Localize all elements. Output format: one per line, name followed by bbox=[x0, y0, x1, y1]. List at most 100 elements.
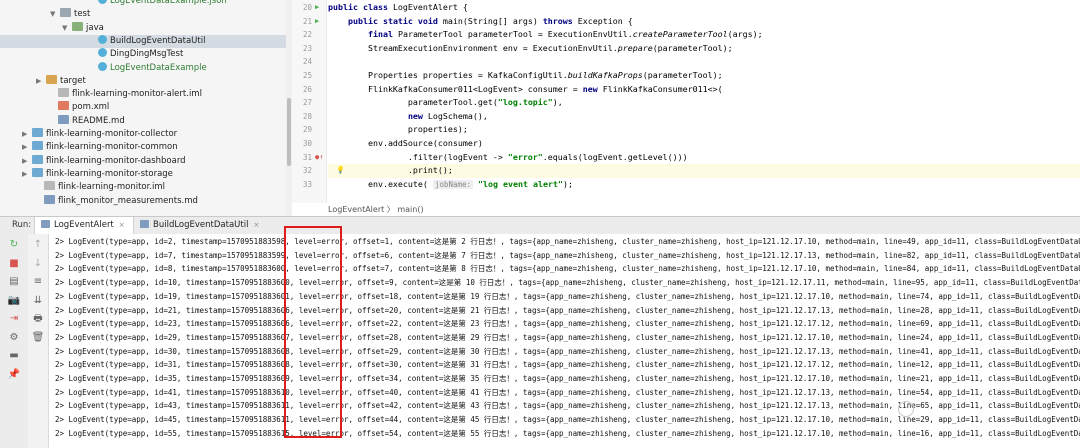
override-gutter-icon[interactable]: ●↑ bbox=[315, 151, 323, 165]
tree-item[interactable]: flink_monitor_measurements.md bbox=[0, 194, 198, 208]
tree-item[interactable]: flink-learning-monitor.iml bbox=[0, 181, 165, 194]
tree-item[interactable]: ▶ flink-learning-monitor-collector bbox=[0, 128, 177, 141]
lightbulb-icon[interactable]: 💡 bbox=[336, 164, 345, 178]
console-line[interactable]: 2> LogEvent(type=app, id=55, timestamp=1… bbox=[55, 427, 1080, 441]
run-toolbar-primary: ↻ ■ ▤ 📷 ⇥ ⚙ ▬ 📌 bbox=[0, 234, 29, 448]
folder-blue-icon bbox=[32, 141, 43, 151]
run-tab[interactable]: LogEventAlert × bbox=[34, 217, 134, 234]
editor-breadcrumb[interactable]: LogEventAlert 〉 main() bbox=[328, 203, 424, 216]
tree-item[interactable]: ▶ flink-learning-monitor-storage bbox=[0, 167, 173, 181]
code-line[interactable]: .print(); bbox=[328, 164, 1080, 178]
code-line[interactable]: .filter(logEvent -> "error".equals(logEv… bbox=[328, 151, 1080, 165]
console-line[interactable]: 2> LogEvent(type=app, id=7, timestamp=15… bbox=[55, 249, 1080, 263]
code-line[interactable]: StreamExecutionEnvironment env = Executi… bbox=[328, 42, 1080, 56]
code-token: FlinkKafkaConsumer011<LogEvent> consumer… bbox=[328, 83, 583, 94]
tree-item-label: target bbox=[60, 75, 86, 86]
console-line[interactable]: 2> LogEvent(type=app, id=30, timestamp=1… bbox=[55, 345, 1080, 359]
console-line[interactable]: 2> LogEvent(type=app, id=31, timestamp=1… bbox=[55, 358, 1080, 372]
tree-item[interactable]: DingDingMsgTest bbox=[0, 48, 183, 61]
code-token: new bbox=[407, 110, 428, 121]
tree-item[interactable]: ▼ test bbox=[0, 8, 90, 21]
restore-layout-icon[interactable]: ▤ bbox=[7, 275, 21, 289]
rerun-icon[interactable]: ↻ bbox=[7, 238, 21, 252]
tree-item[interactable]: LogEventDataExample bbox=[0, 61, 207, 75]
console-line[interactable]: 2> LogEvent(type=app, id=35, timestamp=1… bbox=[55, 372, 1080, 386]
close-tab-icon[interactable]: × bbox=[119, 221, 125, 229]
console-line[interactable]: 2> LogEvent(type=app, id=10, timestamp=1… bbox=[55, 276, 1080, 290]
code-line[interactable]: final ParameterTool parameterTool = Exec… bbox=[328, 28, 1080, 42]
code-token: "log event alert" bbox=[478, 178, 563, 189]
layout-icon[interactable]: ▬ bbox=[7, 349, 21, 363]
expand-arrow-icon[interactable]: ▶ bbox=[22, 141, 32, 154]
console-line[interactable]: 2> LogEvent(type=app, id=19, timestamp=1… bbox=[55, 290, 1080, 304]
line-number: 26 bbox=[302, 84, 312, 94]
code-line[interactable]: properties); bbox=[328, 123, 1080, 137]
expand-arrow-icon[interactable]: ▶ bbox=[22, 155, 32, 168]
code-token: new bbox=[582, 83, 603, 94]
scroll-to-end-icon[interactable]: ⇊ bbox=[31, 294, 45, 308]
code-line[interactable]: Properties properties = KafkaConfigUtil.… bbox=[328, 69, 1080, 83]
tree-item[interactable]: ▶ flink-learning-monitor-common bbox=[0, 141, 178, 154]
tree-item[interactable]: flink-learning-monitor-alert.iml bbox=[0, 88, 202, 101]
line-number: 33 bbox=[302, 179, 312, 189]
console-line[interactable]: 2> LogEvent(type=app, id=23, timestamp=1… bbox=[55, 317, 1080, 331]
code-token: public static void bbox=[347, 15, 443, 26]
console-line[interactable]: 2> LogEvent(type=app, id=2, timestamp=15… bbox=[55, 235, 1080, 249]
tree-scrollbar-thumb[interactable] bbox=[287, 98, 291, 166]
soft-wrap-icon[interactable]: ≡ bbox=[31, 275, 45, 289]
stop-icon[interactable]: ■ bbox=[7, 257, 21, 271]
print-icon[interactable]: 🖶 bbox=[31, 312, 45, 326]
code-line[interactable]: public class LogEventAlert { bbox=[328, 1, 1080, 15]
expand-arrow-icon[interactable]: ▶ bbox=[36, 75, 46, 88]
file-java-icon bbox=[98, 48, 107, 58]
tree-item[interactable]: ▶ flink-learning-monitor-dashboard bbox=[0, 154, 186, 168]
code-line[interactable]: new LogSchema(), bbox=[328, 110, 1080, 124]
code-line[interactable]: env.execute( jobName: "log event alert")… bbox=[328, 178, 1080, 192]
code-line[interactable]: parameterTool.get("log.topic"), bbox=[328, 96, 1080, 110]
tree-item[interactable]: README.md bbox=[0, 114, 125, 128]
line-number: 24 bbox=[302, 57, 312, 67]
line-number: 23 bbox=[302, 43, 312, 53]
code-token: throws bbox=[542, 15, 578, 26]
line-number: 31 bbox=[302, 152, 312, 162]
scroll-up-icon[interactable]: ↑ bbox=[31, 238, 45, 252]
folder-icon bbox=[60, 8, 71, 18]
console-line[interactable]: 2> LogEvent(type=app, id=29, timestamp=1… bbox=[55, 331, 1080, 345]
code-line[interactable] bbox=[328, 55, 1080, 69]
tree-item[interactable]: ▼ java bbox=[0, 21, 104, 35]
code-token: ), bbox=[552, 97, 563, 108]
settings-icon[interactable]: ⚙ bbox=[7, 331, 21, 345]
tree-item-label: flink-learning-monitor-alert.iml bbox=[72, 89, 202, 100]
expand-arrow-icon[interactable]: ▼ bbox=[50, 8, 60, 21]
code-token: jobName: bbox=[432, 179, 474, 189]
tree-item[interactable]: LogEventDataExample.json bbox=[0, 0, 227, 8]
tree-item[interactable]: pom.xml bbox=[0, 101, 109, 114]
code-line[interactable]: FlinkKafkaConsumer011<LogEvent> consumer… bbox=[328, 83, 1080, 97]
close-tab-icon[interactable]: × bbox=[253, 221, 259, 229]
camera-icon[interactable]: 📷 bbox=[7, 294, 21, 308]
code-token: FlinkKafkaConsumer011<>( bbox=[602, 83, 723, 94]
run-gutter-icon[interactable]: ▶ bbox=[315, 1, 319, 15]
tree-item[interactable]: ▶ target bbox=[0, 74, 86, 88]
pin-icon[interactable]: 📌 bbox=[7, 368, 21, 382]
expand-arrow-icon[interactable]: ▶ bbox=[22, 128, 32, 141]
code-line[interactable]: public static void main(String[] args) t… bbox=[328, 15, 1080, 29]
code-token: ); bbox=[562, 178, 573, 189]
run-tab[interactable]: BuildLogEventDataUtil × bbox=[134, 217, 267, 234]
expand-arrow-icon[interactable]: ▶ bbox=[22, 168, 32, 181]
code-editor[interactable]: 20 ▶ 21 ▶ 22 23 24 25 26 27 28 29 30 31 ●↑ 32 33 LogEven… bbox=[292, 0, 1080, 216]
code-token: public class bbox=[328, 2, 393, 12]
delete-icon[interactable]: 🗑 bbox=[31, 331, 45, 345]
scroll-down-icon[interactable]: ↓ bbox=[31, 257, 45, 271]
code-token: createParameterTool bbox=[632, 29, 728, 40]
expand-arrow-icon[interactable]: ▼ bbox=[62, 22, 72, 35]
run-config-icon bbox=[140, 220, 149, 228]
exit-icon[interactable]: ⇥ bbox=[7, 312, 21, 326]
console-line[interactable]: 2> LogEvent(type=app, id=21, timestamp=1… bbox=[55, 304, 1080, 318]
editor-gutter[interactable]: 20 ▶ 21 ▶ 22 23 24 25 26 27 28 29 30 31 ●↑ 32 33 bbox=[292, 0, 327, 203]
run-gutter-icon[interactable]: ▶ bbox=[315, 15, 319, 29]
tree-item-label: LogEventDataExample.json bbox=[110, 0, 227, 6]
console-line[interactable]: 2> LogEvent(type=app, id=8, timestamp=15… bbox=[55, 262, 1080, 276]
tree-item[interactable]: BuildLogEventDataUtil bbox=[0, 34, 286, 49]
code-line[interactable]: env.addSource(consumer) bbox=[328, 137, 1080, 151]
